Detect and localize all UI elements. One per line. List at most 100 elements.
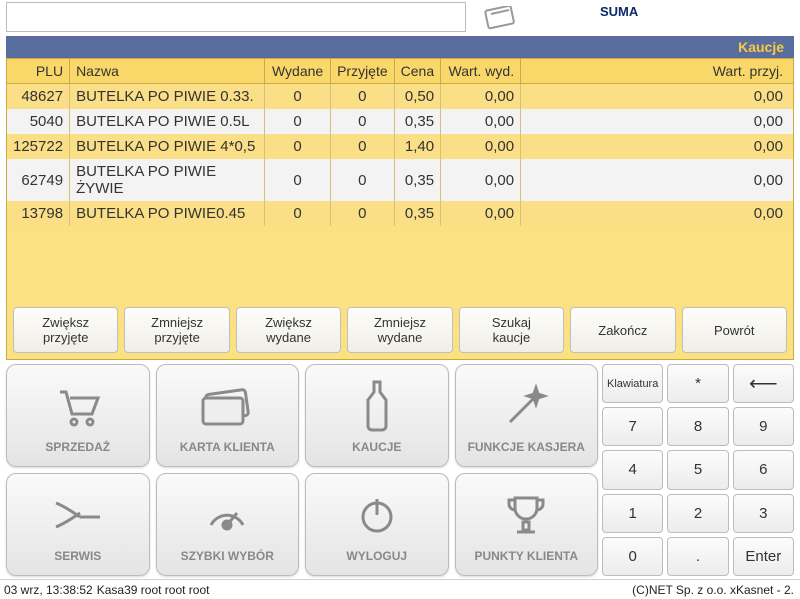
- deposits-panel: PLU Nazwa Wydane Przyjęte Cena Wart. wyd…: [6, 58, 794, 360]
- cart-icon: [50, 378, 106, 434]
- cell-plu: 62749: [7, 159, 70, 201]
- szukaj-kaucje-button[interactable]: Szukajkaucje: [459, 307, 564, 353]
- power-icon: [349, 487, 405, 543]
- trophy-icon: [498, 487, 554, 543]
- card-icon: [199, 378, 255, 434]
- key-3[interactable]: 3: [733, 494, 794, 533]
- table-row[interactable]: 62749BUTELKA PO PIWIE ŻYWIE000,350,000,0…: [7, 159, 793, 201]
- pliers-icon: [50, 487, 106, 543]
- col-cena[interactable]: Cena: [394, 59, 440, 84]
- kaucje-button[interactable]: KAUCJE: [305, 364, 449, 467]
- status-datetime: 03 wrz, 13:38:52: [0, 583, 97, 597]
- col-wart-wyd[interactable]: Wart. wyd.: [441, 59, 521, 84]
- panel-title-bar: Kaucje: [6, 36, 794, 58]
- cell-przyjete: 0: [331, 201, 395, 226]
- zakoncz-button[interactable]: Zakończ: [570, 307, 675, 353]
- cell-nazwa: BUTELKA PO PIWIE ŻYWIE: [70, 159, 265, 201]
- panel-title: Kaucje: [738, 39, 784, 55]
- cell-cena: 0,35: [394, 109, 440, 134]
- cell-przyjete: 0: [331, 159, 395, 201]
- cell-plu: 48627: [7, 84, 70, 110]
- cell-cena: 1,40: [394, 134, 440, 159]
- kaucje-label: KAUCJE: [352, 440, 401, 454]
- cell-wart_wyd: 0,00: [441, 134, 521, 159]
- key-dot[interactable]: .: [667, 537, 728, 576]
- serwis-label: SERWIS: [54, 549, 101, 563]
- cell-cena: 0,35: [394, 159, 440, 201]
- zwieksz-wydane-button[interactable]: Zwiększwydane: [236, 307, 341, 353]
- cell-wart_wyd: 0,00: [441, 84, 521, 110]
- cell-wart_przyj: 0,00: [521, 84, 793, 110]
- col-plu[interactable]: PLU: [7, 59, 70, 84]
- suma-label: SUMA: [600, 4, 638, 19]
- key-5[interactable]: 5: [667, 450, 728, 489]
- cell-wydane: 0: [265, 84, 331, 110]
- status-bar: 03 wrz, 13:38:52 Kasa39 root root root (…: [0, 579, 800, 599]
- col-wart-przyj[interactable]: Wart. przyj.: [521, 59, 793, 84]
- punkty-klienta-label: PUNKTY KLIENTA: [474, 549, 578, 563]
- wyloguj-label: WYLOGUJ: [346, 549, 407, 563]
- col-wydane[interactable]: Wydane: [265, 59, 331, 84]
- cell-przyjete: 0: [331, 134, 395, 159]
- table-row[interactable]: 5040BUTELKA PO PIWIE 0.5L000,350,000,00: [7, 109, 793, 134]
- wand-icon: [498, 378, 554, 434]
- table-row[interactable]: 125722BUTELKA PO PIWIE 4*0,5001,400,000,…: [7, 134, 793, 159]
- key-6[interactable]: 6: [733, 450, 794, 489]
- table-row[interactable]: 48627BUTELKA PO PIWIE 0.33.000,500,000,0…: [7, 84, 793, 110]
- table-row[interactable]: 13798BUTELKA PO PIWIE0.45000,350,000,00: [7, 201, 793, 226]
- cell-wydane: 0: [265, 159, 331, 201]
- key-7[interactable]: 7: [602, 407, 663, 446]
- backspace-icon: ⟵: [749, 371, 778, 396]
- cell-wydane: 0: [265, 201, 331, 226]
- cell-plu: 13798: [7, 201, 70, 226]
- powrot-button[interactable]: Powrót: [682, 307, 787, 353]
- status-terminal: Kasa39 root root root: [97, 583, 632, 597]
- cell-wart_wyd: 0,00: [441, 201, 521, 226]
- cell-nazwa: BUTELKA PO PIWIE 4*0,5: [70, 134, 265, 159]
- key-2[interactable]: 2: [667, 494, 728, 533]
- col-nazwa[interactable]: Nazwa: [70, 59, 265, 84]
- status-copyright: (C)NET Sp. z o.o. xKasnet - 2.: [632, 583, 800, 597]
- cell-wydane: 0: [265, 109, 331, 134]
- key-8[interactable]: 8: [667, 407, 728, 446]
- sprzedaz-label: SPRZEDAŻ: [45, 440, 110, 454]
- col-przyjete[interactable]: Przyjęte: [331, 59, 395, 84]
- cell-cena: 0,50: [394, 84, 440, 110]
- key-backspace[interactable]: ⟵: [733, 364, 794, 403]
- numeric-keypad: Klawiatura * ⟵ 7 8 9 4 5 6 1 2 3 0 . Ent…: [602, 364, 794, 576]
- zwieksz-przyjete-button[interactable]: Zwiększprzyjęte: [13, 307, 118, 353]
- cell-nazwa: BUTELKA PO PIWIE 0.5L: [70, 109, 265, 134]
- cell-wart_przyj: 0,00: [521, 134, 793, 159]
- cell-plu: 5040: [7, 109, 70, 134]
- cell-przyjete: 0: [331, 84, 395, 110]
- key-4[interactable]: 4: [602, 450, 663, 489]
- key-star[interactable]: *: [667, 364, 728, 403]
- karta-klienta-button[interactable]: KARTA KLIENTA: [156, 364, 300, 467]
- cell-nazwa: BUTELKA PO PIWIE 0.33.: [70, 84, 265, 110]
- key-klawiatura[interactable]: Klawiatura: [602, 364, 663, 403]
- cell-wart_przyj: 0,00: [521, 109, 793, 134]
- key-1[interactable]: 1: [602, 494, 663, 533]
- cell-wart_przyj: 0,00: [521, 201, 793, 226]
- cell-cena: 0,35: [394, 201, 440, 226]
- zmniejsz-przyjete-button[interactable]: Zmniejszprzyjęte: [124, 307, 229, 353]
- key-9[interactable]: 9: [733, 407, 794, 446]
- sprzedaz-button[interactable]: SPRZEDAŻ: [6, 364, 150, 467]
- gauge-icon: [199, 487, 255, 543]
- funkcje-kasjera-button[interactable]: FUNKCJE KASJERA: [455, 364, 599, 467]
- funkcje-kasjera-label: FUNKCJE KASJERA: [468, 440, 585, 454]
- cell-wart_wyd: 0,00: [441, 159, 521, 201]
- wyloguj-button[interactable]: WYLOGUJ: [305, 473, 449, 576]
- zmniejsz-wydane-button[interactable]: Zmniejszwydane: [347, 307, 452, 353]
- receipt-area: [6, 2, 466, 32]
- serwis-button[interactable]: SERWIS: [6, 473, 150, 576]
- cell-plu: 125722: [7, 134, 70, 159]
- key-0[interactable]: 0: [602, 537, 663, 576]
- cell-nazwa: BUTELKA PO PIWIE0.45: [70, 201, 265, 226]
- karta-klienta-label: KARTA KLIENTA: [180, 440, 275, 454]
- cell-wydane: 0: [265, 134, 331, 159]
- szybki-wybor-button[interactable]: SZYBKI WYBÓR: [156, 473, 300, 576]
- bottle-icon: [349, 378, 405, 434]
- punkty-klienta-button[interactable]: PUNKTY KLIENTA: [455, 473, 599, 576]
- key-enter[interactable]: Enter: [733, 537, 794, 576]
